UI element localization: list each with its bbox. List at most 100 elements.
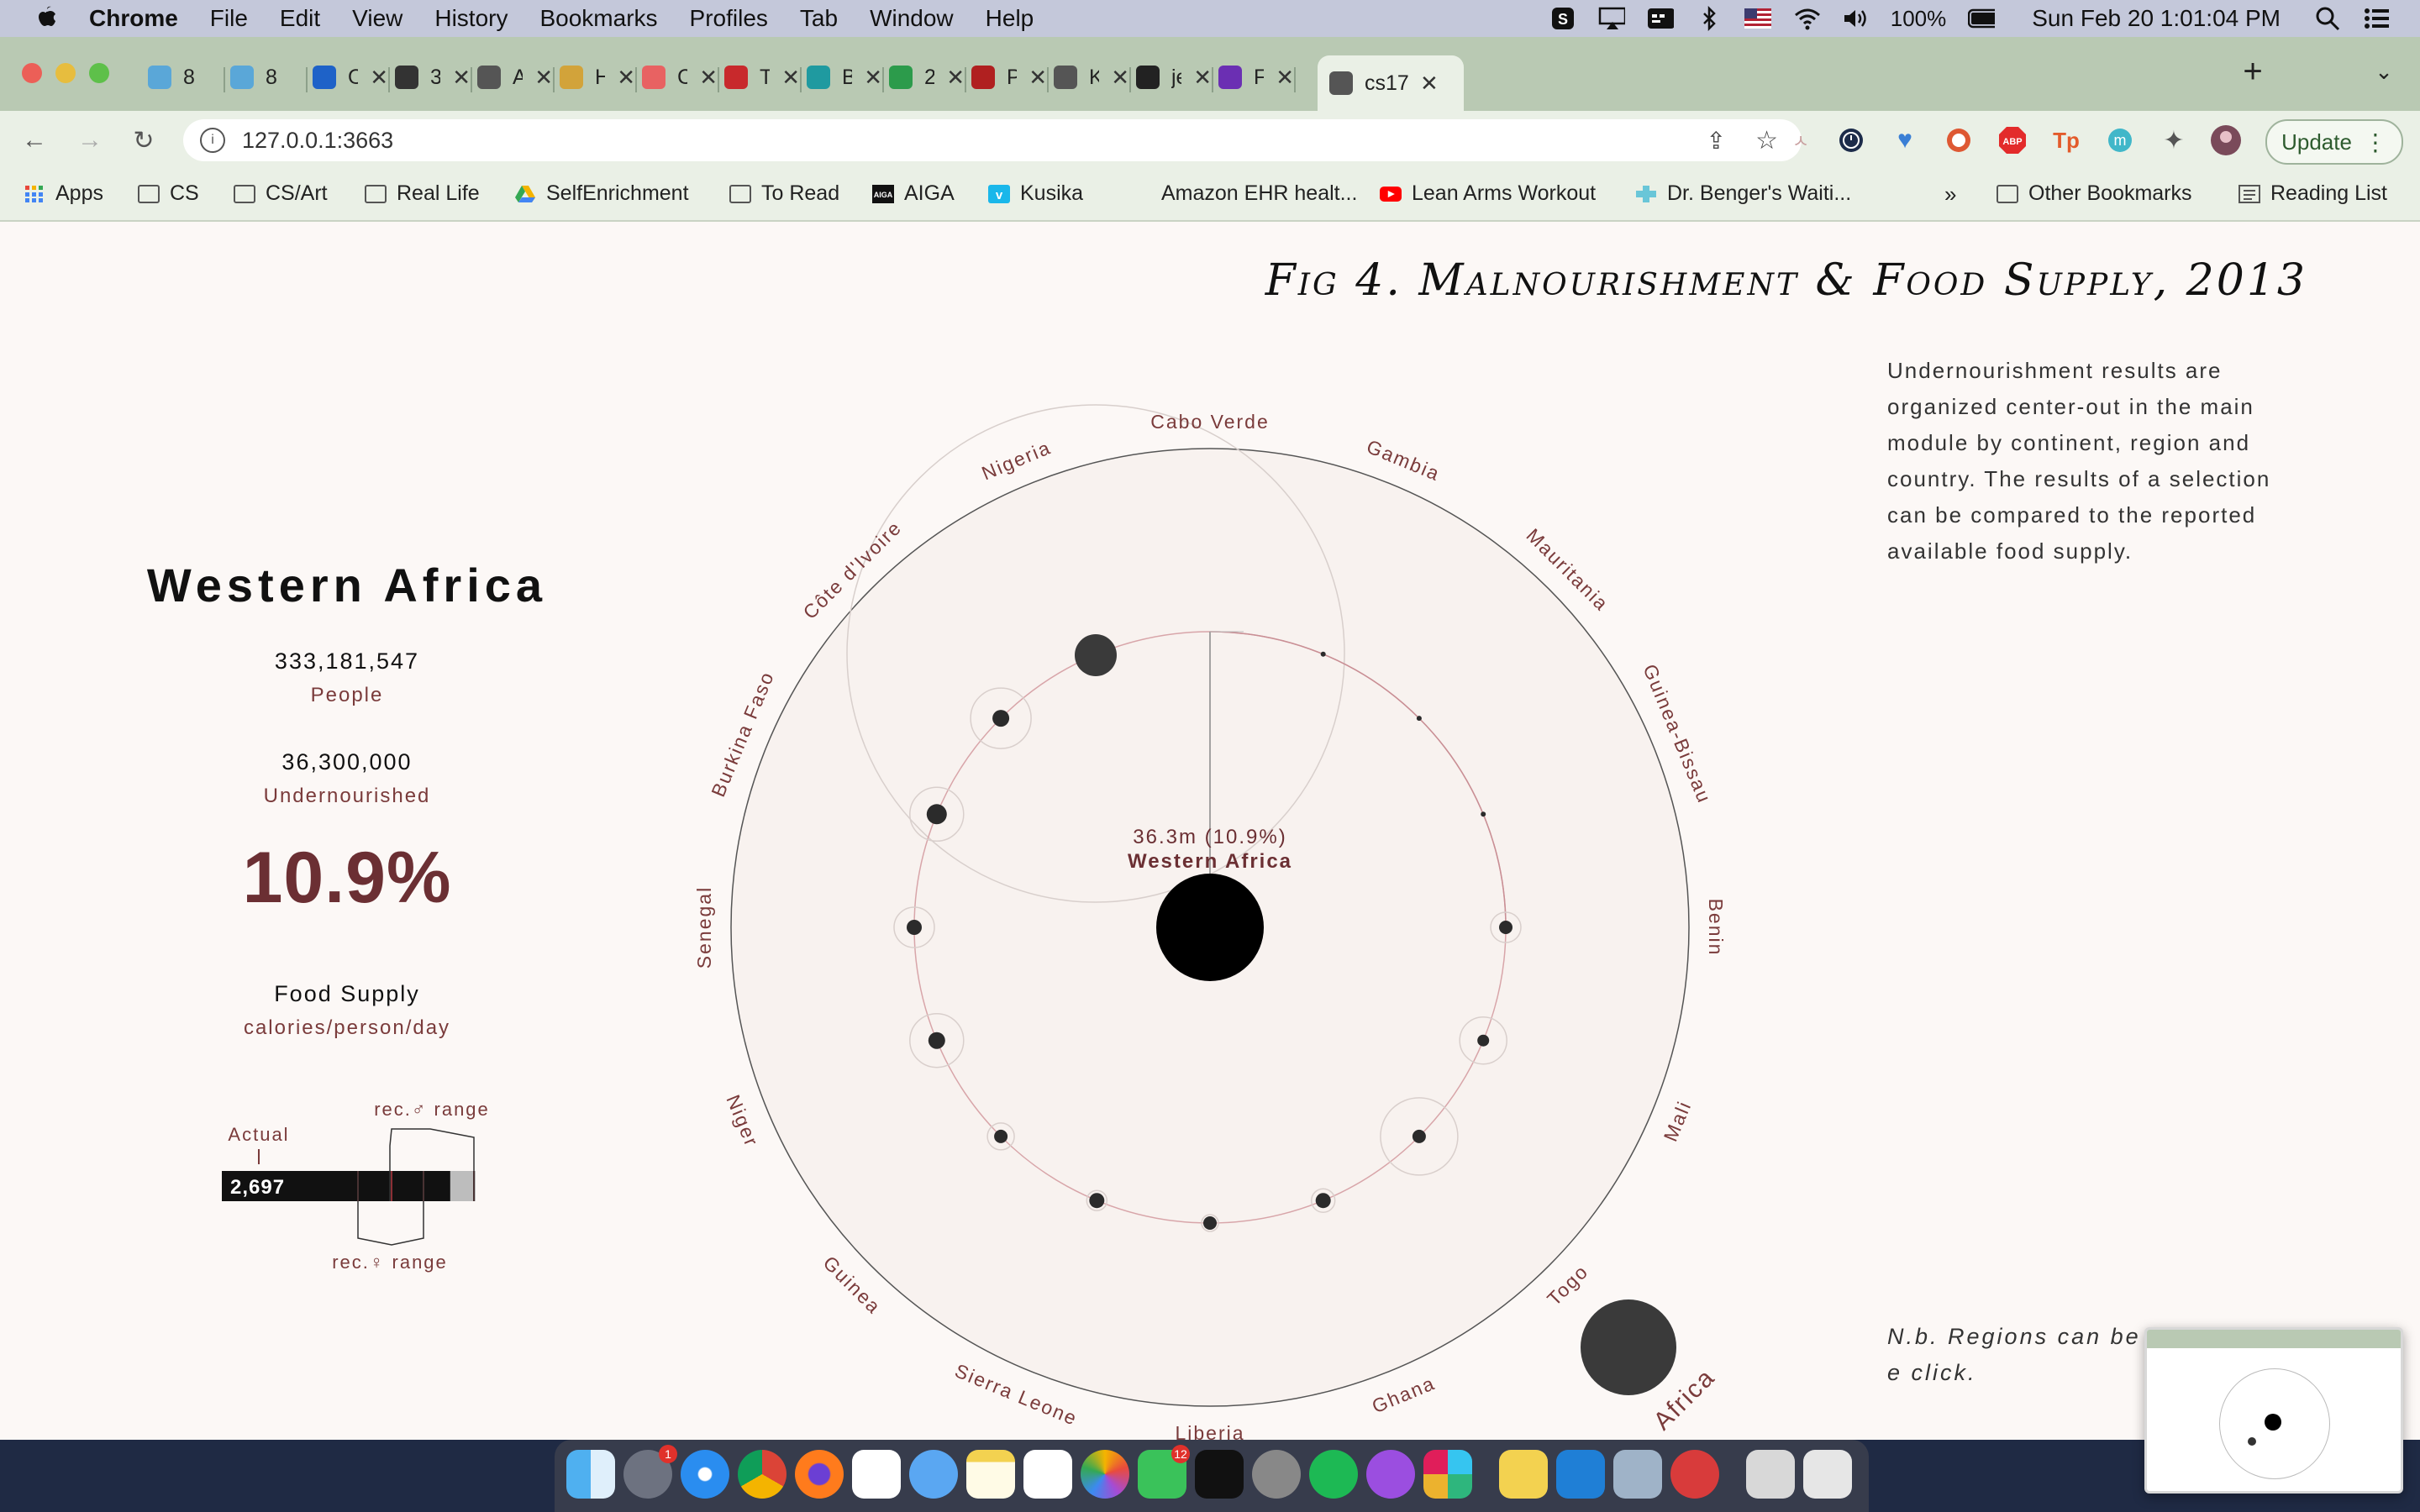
wifi-icon[interactable] bbox=[1793, 6, 1820, 31]
continent-node-africa[interactable] bbox=[1581, 1299, 1676, 1395]
tab-search-chevron-icon[interactable]: ⌄ bbox=[2368, 55, 2400, 87]
calendar-icon[interactable] bbox=[852, 1450, 901, 1499]
browser-tab[interactable]: 8 bbox=[230, 55, 306, 99]
country-node[interactable] bbox=[1477, 1034, 1490, 1047]
apple-icon[interactable] bbox=[34, 4, 59, 33]
tab-close-icon[interactable]: ✕ bbox=[781, 65, 800, 91]
preview-icon[interactable] bbox=[1613, 1450, 1662, 1499]
bookmark-folder-to-read[interactable]: To Read bbox=[729, 181, 839, 206]
tab-close-icon[interactable]: ✕ bbox=[864, 65, 882, 91]
menu-tab[interactable]: Tab bbox=[800, 5, 838, 32]
reload-button-icon[interactable]: ↻ bbox=[128, 124, 160, 156]
window-zoom-button[interactable] bbox=[89, 63, 109, 83]
country-node[interactable] bbox=[1412, 1129, 1426, 1143]
country-node[interactable] bbox=[992, 710, 1010, 727]
tab-close-icon[interactable]: ✕ bbox=[370, 65, 388, 91]
window-minimize-button[interactable] bbox=[55, 63, 76, 83]
country-label[interactable]: Senegal bbox=[693, 886, 715, 969]
trash-icon[interactable] bbox=[1803, 1450, 1852, 1499]
country-label[interactable]: Liberia bbox=[1175, 1422, 1244, 1440]
tab-close-icon[interactable]: ✕ bbox=[1111, 65, 1129, 91]
documents-stack-icon[interactable] bbox=[1746, 1450, 1795, 1499]
bookmark-lean-arms-workout[interactable]: Lean Arms Workout bbox=[1380, 181, 1596, 206]
extension-ae-icon[interactable]: ㅅ bbox=[1785, 124, 1817, 156]
menu-chrome[interactable]: Chrome bbox=[89, 5, 178, 32]
bookmark-kusika[interactable]: v Kusika bbox=[988, 181, 1083, 206]
url-text[interactable]: 127.0.0.1:3663 bbox=[242, 128, 393, 154]
bookmark-aiga[interactable]: AIGA AIGA bbox=[872, 181, 955, 206]
menu-edit[interactable]: Edit bbox=[280, 5, 320, 32]
launchpad-icon[interactable] bbox=[1252, 1450, 1301, 1499]
volume-icon[interactable] bbox=[1842, 6, 1869, 31]
country-label[interactable]: Cabo Verde bbox=[1150, 411, 1269, 433]
tab-close-icon[interactable]: ✕ bbox=[534, 65, 553, 91]
bookmark-selfenrichment[interactable]: SelfEnrichment bbox=[514, 181, 689, 206]
slack-icon[interactable] bbox=[1423, 1450, 1472, 1499]
control-center-icon[interactable] bbox=[2363, 6, 2390, 31]
selected-region-node[interactable] bbox=[1156, 874, 1264, 981]
back-button-icon[interactable]: ← bbox=[18, 124, 50, 156]
profile-avatar[interactable] bbox=[2210, 124, 2242, 156]
reading-list-button[interactable]: Reading List bbox=[2238, 181, 2387, 206]
menu-profiles[interactable]: Profiles bbox=[690, 5, 768, 32]
bluetooth-icon[interactable] bbox=[1696, 6, 1723, 31]
extension-duckduckgo-icon[interactable] bbox=[1943, 124, 1975, 156]
country-node[interactable] bbox=[926, 804, 947, 825]
battery-icon[interactable] bbox=[1968, 6, 1996, 31]
extension-heart-icon[interactable]: ♥ bbox=[1889, 124, 1921, 156]
tab-close-icon[interactable]: ✕ bbox=[452, 65, 471, 91]
tab-close-icon[interactable]: ✕ bbox=[1028, 65, 1047, 91]
forward-button-icon[interactable]: → bbox=[74, 124, 106, 156]
vscode-icon[interactable] bbox=[1556, 1450, 1605, 1499]
browser-tab[interactable]: Buy ✕ bbox=[807, 55, 882, 99]
stickies-icon[interactable] bbox=[1499, 1450, 1548, 1499]
country-node[interactable] bbox=[928, 1032, 945, 1049]
screenshot-thumbnail-preview[interactable] bbox=[2144, 1327, 2403, 1494]
extensions-puzzle-icon[interactable]: ✦ bbox=[2158, 124, 2190, 156]
bookmark-folder-cs-art[interactable]: CS/Art bbox=[234, 181, 328, 206]
chrome-icon[interactable] bbox=[738, 1450, 786, 1499]
finder-icon[interactable] bbox=[566, 1450, 615, 1499]
tab-close-icon[interactable]: ✕ bbox=[1193, 65, 1212, 91]
country-label[interactable]: Niger bbox=[722, 1091, 763, 1150]
menu-window[interactable]: Window bbox=[870, 5, 954, 32]
country-node[interactable] bbox=[1315, 1193, 1331, 1209]
airplay-icon[interactable] bbox=[1598, 6, 1625, 31]
browser-tab[interactable]: Forr ✕ bbox=[1218, 55, 1294, 99]
share-icon[interactable]: ⇪ bbox=[1707, 127, 1726, 155]
bookmark-folder-cs[interactable]: CS bbox=[138, 181, 199, 206]
menu-help[interactable]: Help bbox=[986, 5, 1034, 32]
browser-tab[interactable]: cs17 ✕ bbox=[1318, 55, 1464, 111]
spotlight-search-icon[interactable] bbox=[2314, 6, 2341, 31]
browser-tab[interactable]: Hom ✕ bbox=[560, 55, 635, 99]
browser-tab[interactable]: A Ho ✕ bbox=[477, 55, 553, 99]
browser-tab[interactable]: 202 ✕ bbox=[889, 55, 965, 99]
bookmark-other-bookmarks[interactable]: Other Bookmarks bbox=[1996, 181, 2192, 206]
country-label[interactable]: Nigeria bbox=[978, 436, 1054, 484]
terminal-icon[interactable] bbox=[1195, 1450, 1244, 1499]
country-node[interactable] bbox=[907, 920, 922, 935]
window-close-button[interactable] bbox=[22, 63, 42, 83]
photos-icon[interactable] bbox=[1081, 1450, 1129, 1499]
address-bar[interactable]: i 127.0.0.1:3663 ⇪ ☆ bbox=[183, 119, 1802, 161]
caption-icon[interactable] bbox=[1647, 6, 1674, 31]
browser-tab[interactable]: Turb ✕ bbox=[724, 55, 800, 99]
country-node[interactable] bbox=[1481, 811, 1486, 817]
country-label[interactable]: Togo bbox=[1543, 1260, 1592, 1310]
country-node[interactable] bbox=[994, 1129, 1008, 1143]
safari-icon[interactable] bbox=[681, 1450, 729, 1499]
scrivener-icon[interactable]: S bbox=[1549, 6, 1576, 31]
firefox-icon[interactable] bbox=[795, 1450, 844, 1499]
tab-close-icon[interactable]: ✕ bbox=[699, 65, 718, 91]
browser-tab[interactable]: One ✕ bbox=[313, 55, 388, 99]
browser-tab[interactable]: 8 bbox=[148, 55, 224, 99]
us-flag-icon[interactable] bbox=[1744, 6, 1771, 31]
spotify-icon[interactable] bbox=[1309, 1450, 1358, 1499]
country-label[interactable]: Mali bbox=[1660, 1097, 1696, 1144]
menu-view[interactable]: View bbox=[352, 5, 402, 32]
menu-file[interactable]: File bbox=[210, 5, 248, 32]
bookmark-star-icon[interactable]: ☆ bbox=[1755, 126, 1778, 155]
notes-icon[interactable] bbox=[966, 1450, 1015, 1499]
new-tab-button[interactable]: + bbox=[2237, 53, 2269, 90]
extension-adblock-icon[interactable]: ABP bbox=[1996, 124, 2028, 156]
